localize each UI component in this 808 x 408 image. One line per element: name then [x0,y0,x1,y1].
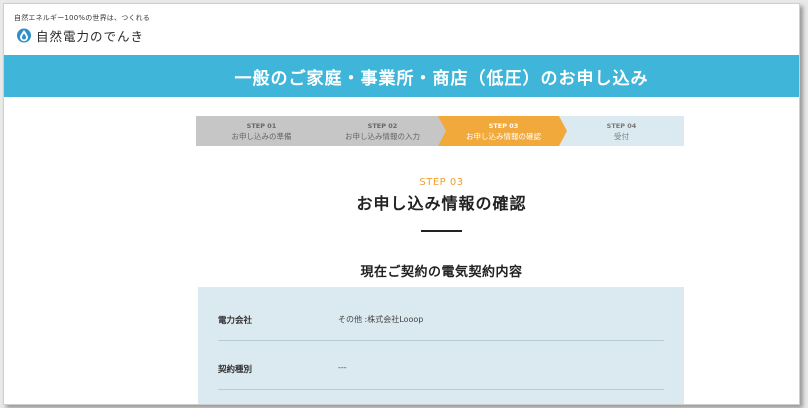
step-number: STEP 04 [606,121,637,130]
water-drop-icon [17,28,31,43]
contract-subtitle: 現在ご契約の電気契約内容 [360,265,523,280]
detail-key: 契約種別 [218,365,253,375]
detail-row: 電力会社 その他 :株式会社Looop [218,292,664,341]
step-01: STEP 01 お申し込みの準備 [196,116,327,146]
page-title: 一般のご家庭・事業所・商店（低圧）のお申し込み [234,68,649,89]
current-step-kicker: STEP 03 [419,177,464,188]
step-label: お申し込みの準備 [231,131,292,141]
detail-key: 電力会社 [218,316,253,326]
detail-value: その他 :株式会社Looop [338,315,424,324]
step-number: STEP 01 [246,121,277,130]
step-03: STEP 03 お申し込み情報の確認 [438,116,569,146]
detail-row: 契約種別 --- [218,341,664,390]
title-divider [421,230,462,232]
step-label: お申し込み情報の入力 [345,131,420,141]
logo-text: 自然電力のでんき [36,28,145,44]
browser-frame: 自然エネルギー100%の世界は、つくれる 自然電力のでんき 一般のご家庭・事業所… [3,3,800,405]
detail-value: --- [338,363,347,372]
contract-details-panel: 電力会社 その他 :株式会社Looop 契約種別 --- [198,287,684,404]
step-02: STEP 02 お申し込み情報の入力 [317,116,448,146]
step-number: STEP 02 [367,121,398,130]
site-logo[interactable]: 自然電力のでんき [16,24,144,46]
step-label: 受付 [614,131,629,141]
site-header: 自然エネルギー100%の世界は、つくれる 自然電力のでんき [4,4,799,54]
page-banner: 一般のご家庭・事業所・商店（低圧）のお申し込み [4,55,799,97]
site-tagline: 自然エネルギー100%の世界は、つくれる [14,14,151,22]
step-indicator: STEP 01 お申し込みの準備 STEP 02 お申し込み情報の入力 STEP… [196,116,684,146]
step-number: STEP 03 [488,121,519,130]
step-04: STEP 04 受付 [559,116,684,146]
step-label: お申し込み情報の確認 [466,131,541,141]
section-title: お申し込み情報の確認 [356,194,527,213]
